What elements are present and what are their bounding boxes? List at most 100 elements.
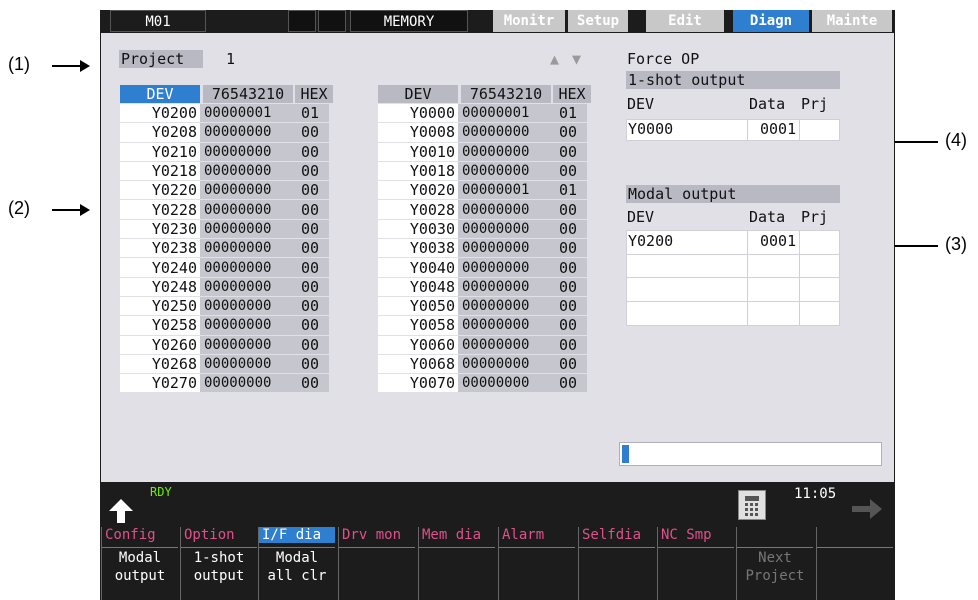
softkey-1[interactable]: Config Modal output [101, 527, 180, 600]
project-label: Project [119, 50, 203, 68]
table-row[interactable]: Y0020 00000001 01 [378, 180, 587, 201]
up-triangle-icon[interactable]: ▲ [550, 50, 559, 68]
table-row[interactable]: Y0220 00000000 00 [120, 180, 329, 201]
softkey-divider [499, 547, 575, 548]
table-row[interactable]: Y0028 00000000 00 [378, 199, 587, 220]
softkey-divider [817, 547, 893, 548]
modal-col-dev: DEV [627, 208, 655, 226]
softkey-4[interactable]: Drv mon [338, 527, 417, 600]
table-row[interactable]: Y0068 00000000 00 [378, 354, 587, 375]
oneshot-row[interactable]: Y0000 0001 [626, 119, 840, 141]
back-arrow-icon[interactable] [106, 497, 136, 525]
oneshot-col-dev: DEV [627, 95, 655, 113]
device-dev-cell: Y0220 [120, 180, 200, 201]
force-op-title: Force OP [627, 50, 700, 68]
softkey-10[interactable] [816, 527, 895, 600]
table-row[interactable]: Y0258 00000000 00 [120, 315, 329, 336]
softkey-3[interactable]: I/F dia Modal all clr [258, 527, 337, 600]
table-row[interactable]: Y0268 00000000 00 [120, 354, 329, 375]
table-row[interactable]: Y0058 00000000 00 [378, 315, 587, 336]
device-hex-cell: 00 [291, 315, 329, 336]
device-bits-cell: 00000000 [458, 142, 549, 162]
table-row[interactable]: Y0230 00000000 00 [120, 219, 329, 240]
modal-output-grid[interactable]: Y0200 0001 [626, 230, 840, 326]
device-bits-cell: 00000001 [458, 104, 549, 124]
table-row[interactable]: Y0210 00000000 00 [120, 142, 329, 162]
oneshot-dev: Y0000 [628, 120, 674, 138]
device-dev-cell: Y0250 [120, 296, 200, 317]
device-dev-cell: Y0228 [120, 199, 200, 220]
softkey-9[interactable]: Next Project [736, 527, 815, 600]
device-dev-cell: Y0008 [378, 122, 458, 143]
softkey-divider [737, 547, 813, 548]
device-bits-cell: 00000000 [458, 257, 549, 278]
softkey-6[interactable]: Alarm [498, 527, 577, 600]
device-bits-cell: 00000000 [458, 238, 549, 259]
calculator-icon[interactable] [738, 490, 766, 520]
table-row[interactable]: Y0250 00000000 00 [120, 296, 329, 317]
table-row[interactable]: Y0060 00000000 00 [378, 335, 587, 355]
table-row[interactable]: Y0208 00000000 00 [120, 122, 329, 143]
table-row[interactable]: Y0040 00000000 00 [378, 257, 587, 278]
table-row[interactable]: Y0200 00000001 01 [120, 104, 329, 124]
clock-time: 11:05 [794, 486, 837, 502]
device-bits-cell: 00000000 [200, 219, 291, 240]
table-row[interactable]: Y0008 00000000 00 [378, 122, 587, 143]
device-hex-cell: 00 [291, 199, 329, 220]
softkey-divider [259, 547, 335, 548]
table-row[interactable]: Y0030 00000000 00 [378, 219, 587, 240]
softkey-label-line1: Modal [118, 550, 162, 566]
softkey-8[interactable]: NC Smp [657, 527, 736, 600]
device-hex-cell: 00 [549, 219, 587, 240]
softkey-divider [181, 547, 257, 548]
table-row[interactable]: Y0228 00000000 00 [120, 199, 329, 220]
softkey-menu-label: Selfdia [582, 527, 642, 543]
table-row[interactable]: Y0070 00000000 00 [378, 373, 587, 394]
softkey-divider [339, 547, 415, 548]
left-device-table: Y0200 00000001 01 Y0208 00000000 00 Y0210 00000… [120, 104, 329, 394]
table-row[interactable]: Y0218 00000000 00 [120, 161, 329, 182]
device-dev-cell: Y0040 [378, 257, 458, 278]
mode-tab-diagn[interactable]: Diagn [733, 10, 809, 32]
table-row[interactable]: Y0018 00000000 00 [378, 161, 587, 182]
device-hex-cell: 00 [291, 277, 329, 297]
callout-2: (2) [8, 198, 30, 218]
oneshot-data: 0001 [760, 120, 797, 138]
device-dev-cell: Y0070 [378, 373, 458, 394]
device-dev-cell: Y0038 [378, 238, 458, 259]
device-hex-cell: 00 [291, 180, 329, 201]
softkey-2[interactable]: Option 1-shot output [180, 527, 259, 600]
mode-tab-monitr[interactable]: Monitr [493, 10, 565, 32]
progress-fill [622, 445, 629, 463]
table-row[interactable]: Y0048 00000000 00 [378, 277, 587, 297]
down-triangle-icon[interactable]: ▼ [572, 50, 581, 68]
device-hex-cell: 00 [549, 257, 587, 278]
device-dev-cell: Y0248 [120, 277, 200, 297]
mode-tab-edit[interactable]: Edit [646, 10, 724, 32]
table-row[interactable]: Y0260 00000000 00 [120, 335, 329, 355]
mode-tab-setup[interactable]: Setup [568, 10, 628, 32]
table-row[interactable]: Y0038 00000000 00 [378, 238, 587, 259]
device-hex-cell: 00 [291, 373, 329, 394]
modal-col-prj: Prj [801, 208, 829, 226]
device-hex-cell: 00 [291, 296, 329, 317]
table-row[interactable]: Y0248 00000000 00 [120, 277, 329, 297]
device-bits-cell: 00000000 [200, 161, 291, 182]
device-dev-cell: Y0028 [378, 199, 458, 220]
device-hex-cell: 00 [291, 257, 329, 278]
softkey-menu-label: Alarm [502, 527, 545, 543]
device-hex-cell: 00 [291, 142, 329, 162]
project-number[interactable]: 1 [226, 50, 235, 68]
table-row[interactable]: Y0010 00000000 00 [378, 142, 587, 162]
softkey-menu-label: NC Smp [661, 527, 712, 543]
forward-arrow-icon[interactable] [850, 495, 884, 523]
table-row[interactable]: Y0050 00000000 00 [378, 296, 587, 317]
table-row[interactable]: Y0000 00000001 01 [378, 104, 587, 124]
device-hex-cell: 00 [549, 161, 587, 182]
table-row[interactable]: Y0270 00000000 00 [120, 373, 329, 394]
mode-tab-mainte[interactable]: Mainte [812, 10, 892, 32]
softkey-5[interactable]: Mem dia [418, 527, 497, 600]
table-row[interactable]: Y0240 00000000 00 [120, 257, 329, 278]
table-row[interactable]: Y0238 00000000 00 [120, 238, 329, 259]
softkey-7[interactable]: Selfdia [578, 527, 657, 600]
